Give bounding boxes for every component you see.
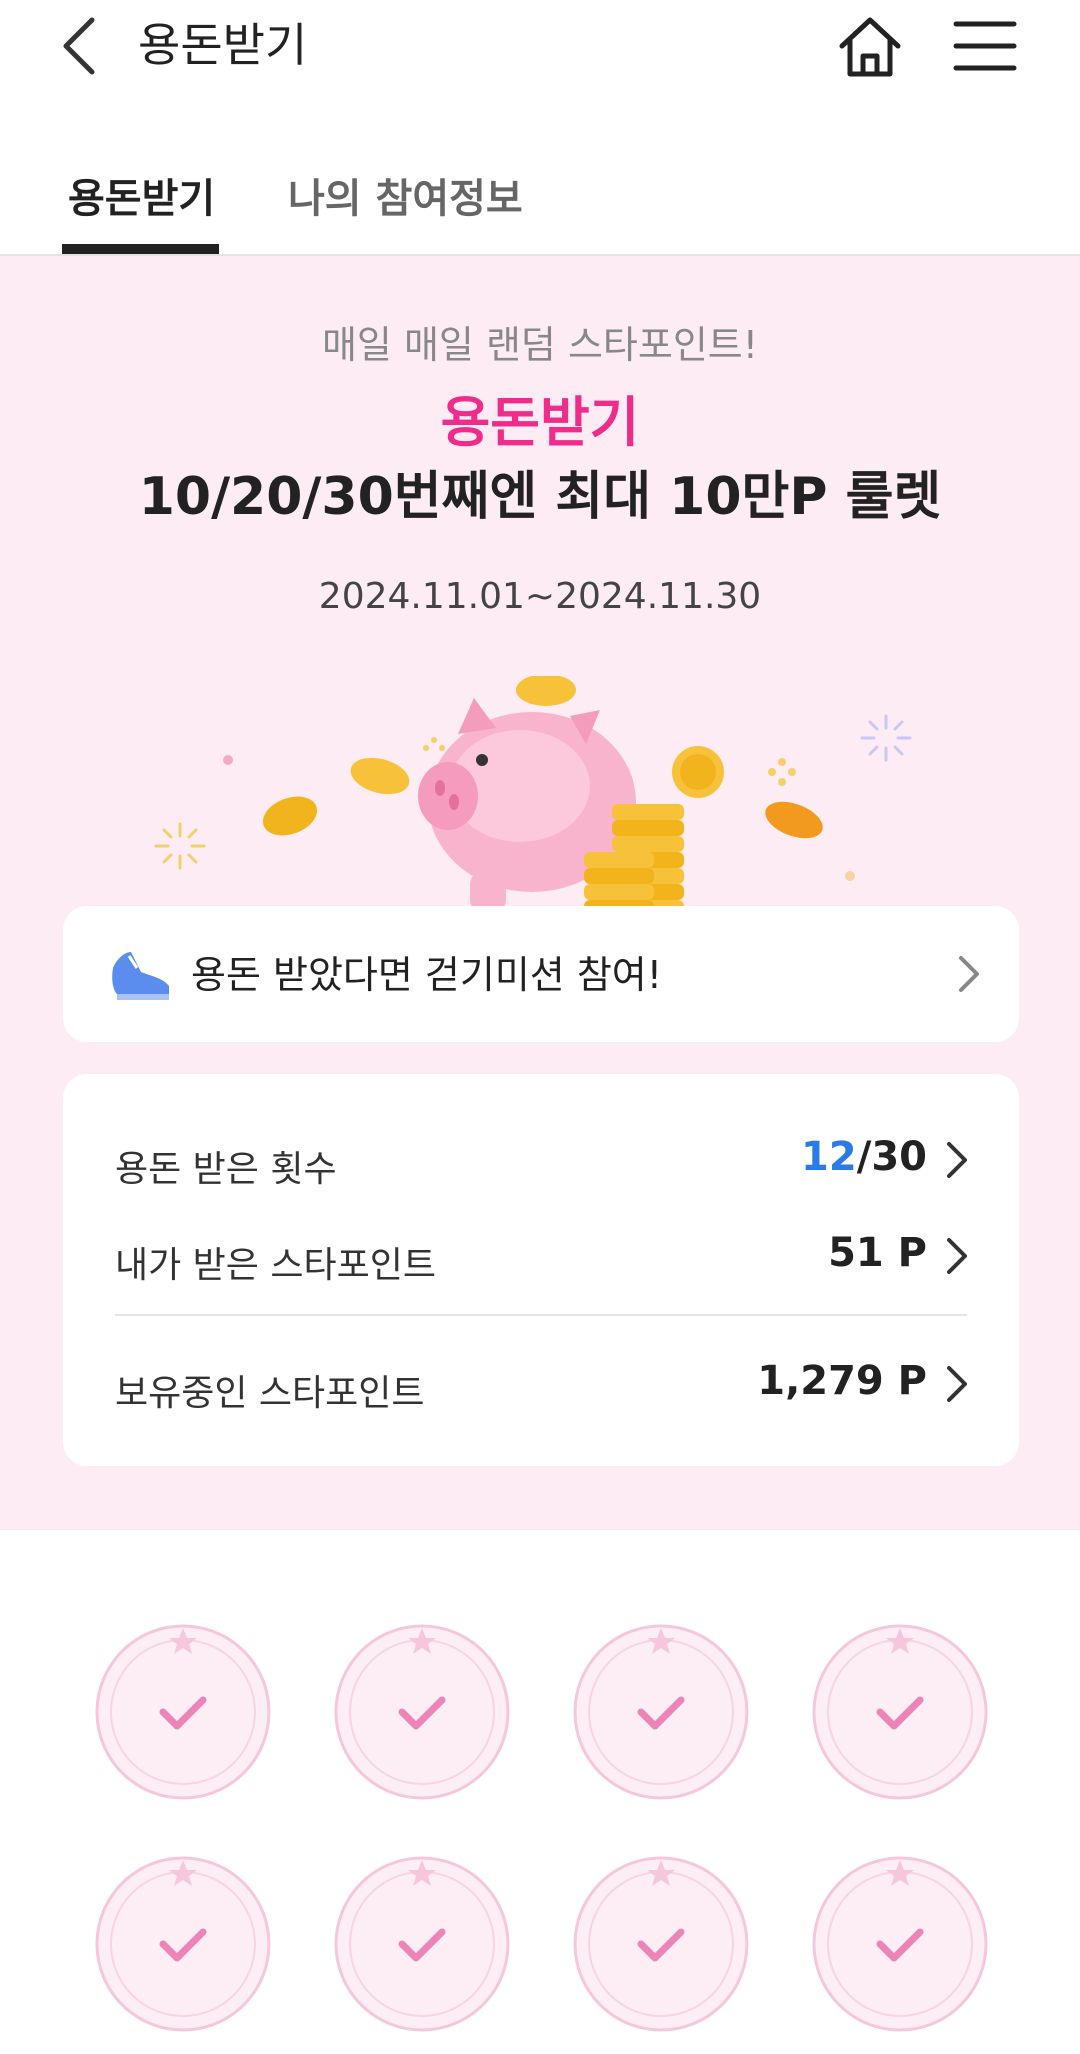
allowance-count-label: 용돈 받은 횟수: [115, 1149, 337, 1190]
allowance-count-total: /30: [856, 1134, 927, 1180]
stamp-checked: [810, 1622, 990, 1802]
stamp-checked: [810, 1854, 990, 2034]
check-stamp-icon: [812, 1856, 988, 2032]
tab-allowance[interactable]: 용돈받기: [68, 172, 215, 226]
stamp-checked: [93, 1854, 273, 2034]
check-stamp-icon: [812, 1624, 988, 1800]
allowance-count-current: 12: [801, 1134, 857, 1180]
allowance-count-value[interactable]: 12/30: [801, 1134, 927, 1180]
active-tab-indicator: [62, 244, 219, 254]
check-stamp-icon: [573, 1856, 749, 2032]
walk-mission-label: 용돈 받았다면 걷기미션 참여!: [191, 953, 662, 997]
event-subtitle: 매일 매일 랜덤 스타포인트!: [321, 323, 759, 367]
stamp-checked: [571, 1854, 751, 2034]
piggy-bank-illustration: [154, 676, 912, 916]
holding-points-value[interactable]: 1,279 P: [757, 1358, 927, 1404]
chevron-right-icon[interactable]: [943, 1236, 971, 1276]
check-stamp-icon: [334, 1624, 510, 1800]
chevron-right-icon[interactable]: [943, 1364, 971, 1404]
top-app-bar: 용돈받기: [0, 0, 1080, 100]
check-stamp-icon: [573, 1624, 749, 1800]
tab-bar: 용돈받기 나의 참여정보: [0, 150, 1080, 256]
back-arrow-icon[interactable]: [56, 14, 108, 78]
event-title: 10/20/30번째엔 최대 10만P 룰렛: [138, 467, 942, 527]
check-stamp-icon: [95, 1856, 271, 2032]
check-stamp-icon: [334, 1856, 510, 2032]
home-icon[interactable]: [834, 12, 906, 84]
sneaker-icon: [112, 952, 169, 1000]
stamp-checked: [332, 1854, 512, 2034]
chevron-right-icon: [959, 956, 979, 992]
stamp-checked: [571, 1622, 751, 1802]
points-summary-card: 용돈 받은 횟수 12/30 내가 받은 스타포인트 51 P 보유중인 스타포…: [63, 1074, 1019, 1466]
event-title-highlight: 용돈받기: [440, 391, 640, 454]
received-points-value[interactable]: 51 P: [828, 1230, 927, 1276]
page-title: 용돈받기: [138, 18, 308, 72]
event-section: 매일 매일 랜덤 스타포인트! 용돈받기 10/20/30번째엔 최대 10만P…: [0, 256, 1080, 1530]
stamp-checked: [93, 1622, 273, 1802]
chevron-right-icon[interactable]: [943, 1140, 971, 1180]
tab-my-participation[interactable]: 나의 참여정보: [288, 172, 523, 226]
holding-points-label: 보유중인 스타포인트: [115, 1373, 425, 1414]
received-points-label: 내가 받은 스타포인트: [115, 1245, 436, 1286]
event-period: 2024.11.01~2024.11.30: [318, 576, 762, 617]
stamp-checked: [332, 1622, 512, 1802]
check-stamp-icon: [95, 1624, 271, 1800]
divider: [115, 1314, 967, 1316]
walk-mission-banner[interactable]: 용돈 받았다면 걷기미션 참여!: [63, 906, 1019, 1042]
hamburger-menu-icon[interactable]: [952, 16, 1018, 76]
